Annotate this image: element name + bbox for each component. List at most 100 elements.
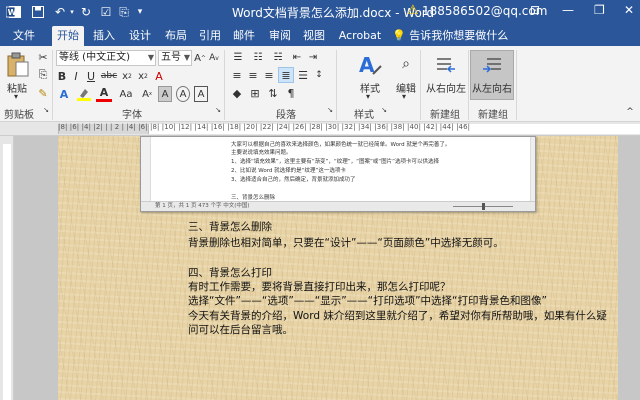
svg-text:W: W	[8, 8, 17, 17]
paste-dropdown-icon[interactable]: ▾	[14, 92, 18, 101]
underline-icon[interactable]: U	[84, 68, 98, 84]
styles-launcher-icon[interactable]: ↘	[380, 105, 388, 115]
checkbox-icon[interactable]: ☑	[98, 3, 114, 21]
paragraph-launcher-icon[interactable]: ↘	[326, 105, 334, 115]
right-to-left-icon[interactable]	[434, 54, 458, 76]
separator	[516, 50, 517, 120]
strikethrough-icon[interactable]: abc	[100, 68, 118, 84]
left-to-right-icon[interactable]	[480, 54, 504, 76]
format-painter-icon[interactable]: ⎘	[116, 3, 132, 21]
ruler-ticks: |8| |6| |4| |2| | | 2 | |4| |6| |8| |10|…	[58, 123, 471, 131]
shrink-font-icon[interactable]: Av	[208, 50, 220, 66]
screenshot-gutter	[141, 137, 151, 203]
doc-paragraph-line[interactable]: 问可以在后台留言哦。	[188, 322, 293, 337]
sort-icon[interactable]: ⇅	[266, 86, 280, 100]
undo-dropdown-icon[interactable]: ▾	[68, 3, 76, 21]
group-font-label: 字体	[122, 110, 142, 121]
embedded-screenshot[interactable]: 大家可以根据自己的喜欢来选择颜色，如果颜色统一就已经简单。Word 就是个再完善…	[140, 136, 536, 212]
close-icon[interactable]: ✕	[624, 3, 634, 17]
phonetic-guide-icon[interactable]: Ax	[140, 86, 154, 102]
tab-references[interactable]: 引用	[194, 26, 226, 46]
restore-icon[interactable]: ❐	[594, 3, 605, 17]
tell-me-search[interactable]: 💡 告诉我你想要做什么	[392, 26, 508, 46]
tab-mailings[interactable]: 邮件	[228, 26, 260, 46]
char-border-icon[interactable]: A	[194, 86, 208, 102]
tell-me-text: 告诉我你想要做什么	[409, 29, 509, 42]
screenshot-zoom-knob	[482, 203, 485, 210]
decrease-indent-icon[interactable]: ⇤	[290, 50, 304, 64]
customize-icon[interactable]: ▾	[134, 3, 146, 21]
copy-icon[interactable]: ⎘	[36, 68, 50, 82]
doc-paragraph-line[interactable]: 有时工作需要，要将背景直接打印出来，那怎么打印呢？	[188, 279, 451, 294]
clear-format-icon[interactable]: A	[152, 68, 166, 84]
change-case-icon[interactable]: Aa	[116, 86, 136, 102]
align-right-icon[interactable]: ≡	[262, 68, 276, 82]
font-color-icon[interactable]: A	[96, 86, 112, 102]
increase-indent-icon[interactable]: ⇥	[306, 50, 320, 64]
enclose-char-icon[interactable]: A	[176, 86, 190, 102]
tab-home[interactable]: 开始	[52, 26, 84, 46]
vertical-ruler[interactable]	[0, 136, 14, 400]
font-name-combo[interactable]: 等线 (中文正文) ▼	[56, 50, 156, 66]
doc-paragraph-line[interactable]: 今天有关背景的介绍，Word 妹介绍到这里就介绍了，希望对你有所帮助哦，如果有什…	[188, 308, 607, 323]
tab-design[interactable]: 设计	[124, 26, 156, 46]
styles-icon[interactable]: A	[356, 52, 384, 78]
paste-icon[interactable]	[6, 50, 30, 80]
italic-icon[interactable]: I	[70, 68, 82, 84]
numbering-icon[interactable]: ☷	[250, 50, 266, 64]
font-name-value: 等线 (中文正文)	[59, 52, 130, 63]
find-icon[interactable]: ⌕	[396, 54, 416, 74]
text-effects-icon[interactable]: A	[56, 86, 72, 102]
doc-heading-print[interactable]: 四、背景怎么打印	[188, 265, 272, 280]
font-launcher-icon[interactable]: ↘	[214, 105, 222, 115]
window-title: Word文档背景怎么添加.docx - Word	[232, 6, 435, 20]
right-to-left-button[interactable]: 从右向左	[426, 80, 466, 95]
tab-view[interactable]: 视图	[298, 26, 330, 46]
separator	[336, 50, 337, 120]
format-painter-icon[interactable]: ✎	[36, 86, 50, 100]
collapse-ribbon-icon[interactable]: ^	[624, 106, 636, 118]
distributed-icon[interactable]: ☰	[296, 68, 310, 82]
bullets-icon[interactable]: ☰	[230, 50, 246, 64]
editing-dropdown-icon[interactable]: ▾	[402, 92, 406, 101]
highlight-color-icon[interactable]	[76, 86, 92, 102]
chevron-down-icon: ▼	[183, 53, 190, 62]
screenshot-scrollbar	[530, 137, 535, 203]
font-size-combo[interactable]: 五号 ▼	[158, 50, 192, 66]
tab-layout[interactable]: 布局	[160, 26, 192, 46]
superscript-icon[interactable]: x2	[136, 68, 150, 84]
show-marks-icon[interactable]: ¶	[284, 86, 298, 100]
grow-font-icon[interactable]: A ^	[194, 50, 206, 66]
tab-insert[interactable]: 插入	[88, 26, 120, 46]
horizontal-ruler[interactable]: |8| |6| |4| |2| | | 2 | |4| |6| |8| |10|…	[0, 122, 640, 136]
multilevel-list-icon[interactable]: ☵	[270, 50, 286, 64]
doc-paragraph-line[interactable]: 选择“文件”——“选项”——“显示”——“打印选项”中选择“打印背景色和图像”	[188, 293, 547, 308]
ribbon: 粘贴 ▾ ✂ ⎘ ✎ 剪贴板 ↘ 等线 (中文正文) ▼ 五号 ▼ A ^ Av …	[0, 46, 640, 122]
separator	[468, 50, 469, 120]
undo-icon[interactable]: ↶	[52, 3, 68, 21]
left-to-right-button[interactable]: 从左向右	[472, 80, 512, 95]
redo-icon[interactable]: ↻	[78, 3, 94, 21]
tab-acrobat[interactable]: Acrobat	[334, 26, 386, 46]
cut-icon[interactable]: ✂	[36, 50, 50, 64]
styles-dropdown-icon[interactable]: ▾	[366, 92, 370, 101]
account-email[interactable]: 188586502@qq.com	[422, 4, 547, 18]
doc-paragraph-line[interactable]: 背景删除也相对简单，只要在“设计”——“页面颜色”中选择无颜可。	[188, 235, 504, 250]
clipboard-launcher-icon[interactable]: ↘	[42, 105, 50, 115]
align-left-icon[interactable]: ≡	[230, 68, 244, 82]
line-spacing-icon[interactable]: ↕	[312, 68, 326, 82]
char-shading-icon[interactable]: A	[158, 86, 172, 102]
subscript-icon[interactable]: x2	[120, 68, 134, 84]
justify-icon[interactable]: ≣	[279, 68, 293, 82]
tab-review[interactable]: 审阅	[264, 26, 296, 46]
screenshot-text-line: 2、比如说 Word 就选择的是“纹理”这一选项卡	[231, 168, 346, 174]
minimize-icon[interactable]: —	[562, 3, 574, 17]
borders-icon[interactable]: ⊞	[248, 86, 262, 100]
doc-heading-delete[interactable]: 三、背景怎么删除	[188, 219, 272, 234]
shading-icon[interactable]: ◆	[230, 86, 244, 100]
ribbon-display-icon[interactable]: ⊡	[530, 3, 540, 17]
tab-file[interactable]: 文件	[8, 26, 40, 46]
bold-icon[interactable]: B	[56, 68, 68, 84]
save-icon[interactable]	[30, 3, 46, 21]
align-center-icon[interactable]: ≡	[246, 68, 260, 82]
